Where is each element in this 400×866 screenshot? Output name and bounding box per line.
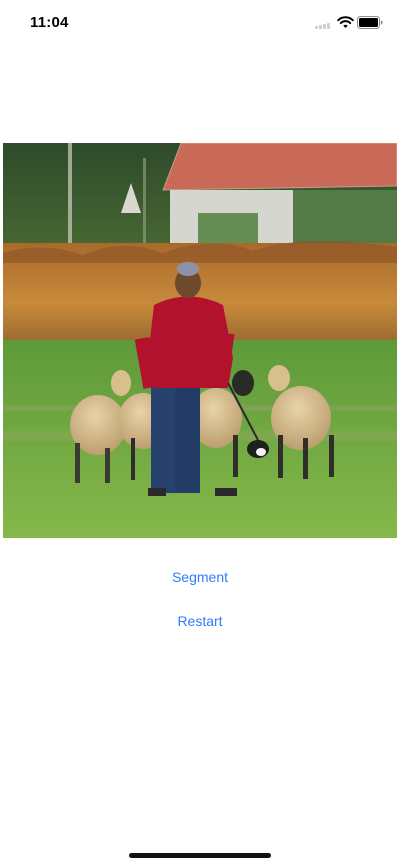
photo-image [3, 143, 397, 538]
segment-button[interactable]: Segment [0, 569, 400, 585]
restart-button[interactable]: Restart [0, 613, 400, 629]
status-time: 11:04 [30, 14, 69, 31]
battery-icon [357, 16, 383, 29]
status-bar: 11:04 [0, 0, 400, 48]
wifi-icon [337, 16, 354, 28]
home-indicator[interactable] [129, 853, 271, 858]
segmentation-source-image [3, 143, 397, 538]
cellular-signal-icon [315, 21, 333, 29]
